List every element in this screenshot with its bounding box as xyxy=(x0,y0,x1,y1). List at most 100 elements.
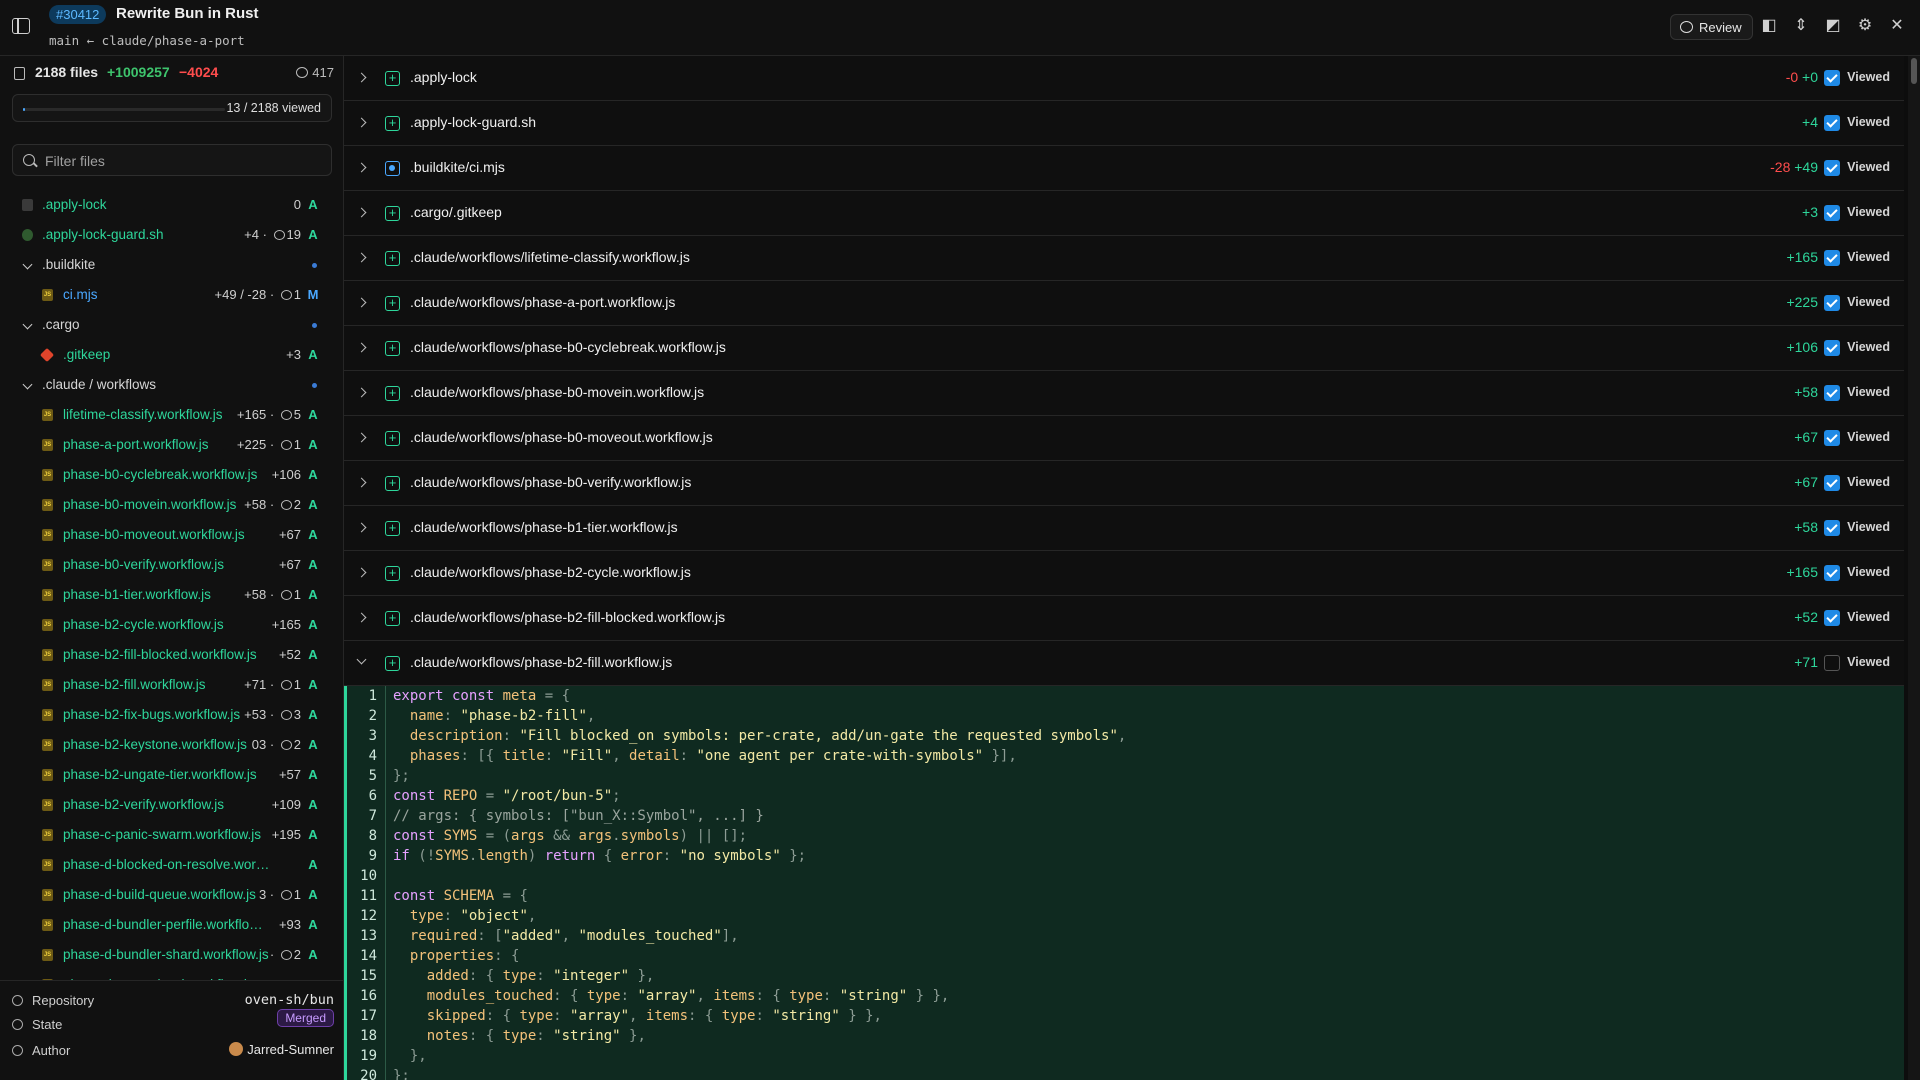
diff-file-path[interactable]: .claude/workflows/lifetime-classify.work… xyxy=(410,249,690,265)
chevron-right-icon[interactable] xyxy=(356,387,367,398)
file-tree-item[interactable]: JS phase-b0-cyclebreak.workflow.js +106 A xyxy=(0,460,343,490)
file-tree-item[interactable]: JSphase-d-crate-shard.workflow.js+134A xyxy=(0,970,343,980)
folder-row[interactable]: .cargo xyxy=(0,310,343,340)
viewed-checkbox[interactable] xyxy=(1824,475,1840,491)
diff-file-header[interactable]: + .claude/workflows/phase-b0-movein.workf… xyxy=(344,371,1904,416)
gear-icon[interactable]: ⚙ xyxy=(1856,17,1874,35)
file-tree-item[interactable]: JS phase-c-panic-swarm.workflow.js +195 A xyxy=(0,820,343,850)
diff-file-header[interactable]: + .claude/workflows/phase-b2-fill-blocked… xyxy=(344,596,1904,641)
file-tree-item[interactable]: JS phase-b2-cycle.workflow.js +165 A xyxy=(0,610,343,640)
chevron-right-icon[interactable] xyxy=(356,342,367,353)
file-tree-item[interactable]: .gitkeep +3 A xyxy=(0,340,343,370)
diff-file-header[interactable]: + .apply-lock -0 +0 Viewed xyxy=(344,56,1904,101)
diff-file-path[interactable]: .claude/workflows/phase-b0-movein.workfl… xyxy=(410,384,704,400)
chevron-right-icon[interactable] xyxy=(356,432,367,443)
repository-value[interactable]: oven-sh/bun xyxy=(245,992,334,1008)
viewed-checkbox[interactable] xyxy=(1824,385,1840,401)
file-tree-item[interactable]: JS phase-b2-keystone.workflow.js 03 · 2A xyxy=(0,730,343,760)
chevron-right-icon[interactable] xyxy=(356,207,367,218)
diff-file-header[interactable]: + .cargo/.gitkeep +3 Viewed xyxy=(344,191,1904,236)
file-tree-item[interactable]: JS phase-b2-fill.workflow.js +71 · 1A xyxy=(0,670,343,700)
viewed-checkbox[interactable] xyxy=(1824,160,1840,176)
chevron-down-icon[interactable] xyxy=(356,654,367,665)
viewed-checkbox[interactable] xyxy=(1824,655,1840,671)
chevron-right-icon[interactable] xyxy=(356,477,367,488)
file-tree-item[interactable]: .apply-lock 0 A xyxy=(0,190,343,220)
diff-file-header[interactable]: + .claude/workflows/lifetime-classify.wor… xyxy=(344,236,1904,281)
file-tree-item[interactable]: JS phase-b2-fill-blocked.workflow.js +52 A xyxy=(0,640,343,670)
viewed-checkbox[interactable] xyxy=(1824,520,1840,536)
split-view-icon[interactable]: ◧ xyxy=(1760,17,1778,35)
viewed-checkbox[interactable] xyxy=(1824,340,1840,356)
diff-file-path[interactable]: .claude/workflows/phase-b2-fill-blocked.… xyxy=(410,609,725,625)
review-button[interactable]: Review xyxy=(1670,14,1753,40)
diff-file-header[interactable]: + .claude/workflows/phase-b0-cyclebreak.w… xyxy=(344,326,1904,371)
diff-file-path[interactable]: .claude/workflows/phase-b2-fill.workflow… xyxy=(410,654,672,670)
chevron-right-icon[interactable] xyxy=(356,252,367,263)
viewed-checkbox[interactable] xyxy=(1824,610,1840,626)
diff-file-header[interactable]: + .claude/workflows/phase-b0-moveout.work… xyxy=(344,416,1904,461)
chevron-right-icon[interactable] xyxy=(356,612,367,623)
folder-row[interactable]: .claude / workflows xyxy=(0,370,343,400)
sidebar-toggle-icon[interactable] xyxy=(12,18,30,34)
author-value[interactable]: Jarred-Sumner xyxy=(229,1042,334,1057)
scrollbar[interactable] xyxy=(1908,56,1920,1080)
diff-file-path[interactable]: .claude/workflows/phase-b0-moveout.workf… xyxy=(410,429,713,445)
code-token: { xyxy=(603,848,621,864)
chevron-right-icon[interactable] xyxy=(356,567,367,578)
viewed-checkbox[interactable] xyxy=(1824,565,1840,581)
file-tree-item[interactable]: JS phase-b0-moveout.workflow.js +67 A xyxy=(0,520,343,550)
chevron-right-icon[interactable] xyxy=(356,72,367,83)
diff-file-path[interactable]: .claude/workflows/phase-b2-cycle.workflo… xyxy=(410,564,691,580)
diff-file-path[interactable]: .buildkite/ci.mjs xyxy=(410,159,505,175)
diff-file-path[interactable]: .cargo/.gitkeep xyxy=(410,204,502,220)
chevron-down-icon[interactable] xyxy=(22,259,33,270)
diff-file-path[interactable]: .claude/workflows/phase-b0-cyclebreak.wo… xyxy=(410,339,726,355)
chevron-right-icon[interactable] xyxy=(356,522,367,533)
file-tree-item[interactable]: JS phase-b2-fix-bugs.workflow.js +53 · 3A xyxy=(0,700,343,730)
chevron-right-icon[interactable] xyxy=(356,117,367,128)
diff-file-header[interactable]: + .claude/workflows/phase-b0-verify.workf… xyxy=(344,461,1904,506)
diff-file-header[interactable]: + .claude/workflows/phase-b1-tier.workflo… xyxy=(344,506,1904,551)
file-tree-item[interactable]: JS phase-d-blocked-on-resolve.workflc...j… xyxy=(0,850,343,880)
diff-file-header[interactable]: + .claude/workflows/phase-a-port.workflow… xyxy=(344,281,1904,326)
file-tree-item[interactable]: JS phase-b1-tier.workflow.js +58 · 1A xyxy=(0,580,343,610)
expand-collapse-icon[interactable]: ⇕ xyxy=(1792,17,1810,35)
file-tree-item[interactable]: JS ci.mjs +49 / -28 · 1M xyxy=(0,280,343,310)
diff-file-path[interactable]: .apply-lock xyxy=(410,69,477,85)
file-tree-item[interactable]: JS phase-b2-ungate-tier.workflow.js +57 A xyxy=(0,760,343,790)
diff-file-path[interactable]: .apply-lock-guard.sh xyxy=(410,114,536,130)
file-tree-item[interactable]: JS phase-a-port.workflow.js +225 · 1A xyxy=(0,430,343,460)
filter-files-input[interactable] xyxy=(45,151,315,171)
viewed-checkbox[interactable] xyxy=(1824,205,1840,221)
chevron-down-icon[interactable] xyxy=(22,319,33,330)
scrollbar-thumb[interactable] xyxy=(1911,58,1917,84)
chevron-down-icon[interactable] xyxy=(22,379,33,390)
diff-file-path[interactable]: .claude/workflows/phase-b0-verify.workfl… xyxy=(410,474,691,490)
diff-file-header[interactable]: + .claude/workflows/phase-b2-fill.workflo… xyxy=(344,641,1904,686)
diff-file-path[interactable]: .claude/workflows/phase-b1-tier.workflow… xyxy=(410,519,678,535)
file-tree-item[interactable]: JS phase-d-bundler-shard.workflow.js · 2A xyxy=(0,940,343,970)
file-tree-item[interactable]: .apply-lock-guard.sh +4 · 19 A xyxy=(0,220,343,250)
file-tree-item[interactable]: JS phase-d-bundler-perfile.workflow.js +93… xyxy=(0,910,343,940)
viewed-checkbox[interactable] xyxy=(1824,115,1840,131)
chevron-right-icon[interactable] xyxy=(356,297,367,308)
diff-file-path[interactable]: .claude/workflows/phase-a-port.workflow.… xyxy=(410,294,675,310)
whitespace-toggle-icon[interactable]: ◩ xyxy=(1824,17,1842,35)
viewed-checkbox[interactable] xyxy=(1824,250,1840,266)
viewed-checkbox[interactable] xyxy=(1824,295,1840,311)
chevron-right-icon[interactable] xyxy=(356,162,367,173)
diff-file-header[interactable]: + .claude/workflows/phase-b2-cycle.workfl… xyxy=(344,551,1904,596)
file-tree-item[interactable]: JS phase-d-build-queue.workflow.js 3 · 1A xyxy=(0,880,343,910)
viewed-checkbox[interactable] xyxy=(1824,70,1840,86)
diff-file-header[interactable]: .buildkite/ci.mjs -28 +49 Viewed xyxy=(344,146,1904,191)
file-tree-item[interactable]: JS phase-b0-verify.workflow.js +67 A xyxy=(0,550,343,580)
file-tree-item[interactable]: JS phase-b2-verify.workflow.js +109 A xyxy=(0,790,343,820)
file-tree-item[interactable]: JS lifetime-classify.workflow.js +165 · 5A xyxy=(0,400,343,430)
diff-file-header[interactable]: + .apply-lock-guard.sh +4 Viewed xyxy=(344,101,1904,146)
file-tree-item[interactable]: JS phase-b0-movein.workflow.js +58 · 2A xyxy=(0,490,343,520)
viewed-checkbox[interactable] xyxy=(1824,430,1840,446)
pr-number-badge[interactable]: #30412 xyxy=(49,5,107,24)
folder-row[interactable]: .buildkite xyxy=(0,250,343,280)
close-icon[interactable]: ✕ xyxy=(1888,17,1906,35)
